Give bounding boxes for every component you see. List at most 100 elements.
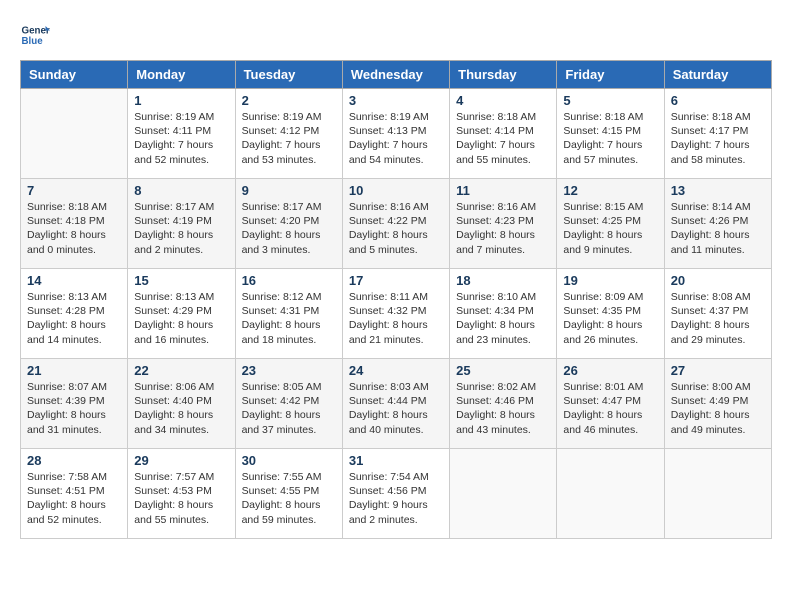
cell-content: Sunrise: 8:11 AM Sunset: 4:32 PM Dayligh… bbox=[349, 290, 443, 347]
calendar-cell: 7 Sunrise: 8:18 AM Sunset: 4:18 PM Daylig… bbox=[21, 179, 128, 269]
day-number: 2 bbox=[242, 93, 336, 108]
day-number: 19 bbox=[563, 273, 657, 288]
calendar-cell: 16Sunrise: 8:12 AM Sunset: 4:31 PM Dayli… bbox=[235, 269, 342, 359]
calendar-cell bbox=[21, 89, 128, 179]
day-number: 8 bbox=[134, 183, 228, 198]
cell-content: Sunrise: 8:09 AM Sunset: 4:35 PM Dayligh… bbox=[563, 290, 657, 347]
day-number: 20 bbox=[671, 273, 765, 288]
cell-content: Sunrise: 8:18 AM Sunset: 4:18 PM Dayligh… bbox=[27, 200, 121, 257]
day-number: 30 bbox=[242, 453, 336, 468]
calendar-cell: 8 Sunrise: 8:17 AM Sunset: 4:19 PM Daylig… bbox=[128, 179, 235, 269]
cell-content: Sunrise: 7:58 AM Sunset: 4:51 PM Dayligh… bbox=[27, 470, 121, 527]
svg-text:Blue: Blue bbox=[22, 36, 44, 47]
cell-content: Sunrise: 7:55 AM Sunset: 4:55 PM Dayligh… bbox=[242, 470, 336, 527]
day-number: 11 bbox=[456, 183, 550, 198]
calendar-cell: 10 Sunrise: 8:16 AM Sunset: 4:22 PM Dayli… bbox=[342, 179, 449, 269]
cell-content: Sunrise: 8:17 AM Sunset: 4:20 PM Dayligh… bbox=[242, 200, 336, 257]
week-row-5: 28 Sunrise: 7:58 AM Sunset: 4:51 PM Dayli… bbox=[21, 449, 772, 539]
calendar-cell: 22Sunrise: 8:06 AM Sunset: 4:40 PM Dayli… bbox=[128, 359, 235, 449]
calendar-cell: 19 Sunrise: 8:09 AM Sunset: 4:35 PM Dayli… bbox=[557, 269, 664, 359]
calendar-cell: 11 Sunrise: 8:16 AM Sunset: 4:23 PM Dayli… bbox=[450, 179, 557, 269]
cell-content: Sunrise: 8:07 AM Sunset: 4:39 PM Dayligh… bbox=[27, 380, 121, 437]
day-number: 15 bbox=[134, 273, 228, 288]
day-number: 26 bbox=[563, 363, 657, 378]
cell-content: Sunrise: 7:54 AM Sunset: 4:56 PM Dayligh… bbox=[349, 470, 443, 527]
day-number: 14 bbox=[27, 273, 121, 288]
cell-content: Sunrise: 8:08 AM Sunset: 4:37 PM Dayligh… bbox=[671, 290, 765, 347]
cell-content: Sunrise: 8:10 AM Sunset: 4:34 PM Dayligh… bbox=[456, 290, 550, 347]
day-number: 10 bbox=[349, 183, 443, 198]
calendar-cell: 5 Sunrise: 8:18 AM Sunset: 4:15 PM Daylig… bbox=[557, 89, 664, 179]
calendar-cell: 12Sunrise: 8:15 AM Sunset: 4:25 PM Dayli… bbox=[557, 179, 664, 269]
calendar-cell: 28 Sunrise: 7:58 AM Sunset: 4:51 PM Dayli… bbox=[21, 449, 128, 539]
calendar-cell: 27 Sunrise: 8:00 AM Sunset: 4:49 PM Dayli… bbox=[664, 359, 771, 449]
calendar-cell: 13 Sunrise: 8:14 AM Sunset: 4:26 PM Dayli… bbox=[664, 179, 771, 269]
week-row-4: 21Sunrise: 8:07 AM Sunset: 4:39 PM Dayli… bbox=[21, 359, 772, 449]
day-number: 3 bbox=[349, 93, 443, 108]
calendar-cell: 3 Sunrise: 8:19 AM Sunset: 4:13 PM Daylig… bbox=[342, 89, 449, 179]
day-number: 17 bbox=[349, 273, 443, 288]
cell-content: Sunrise: 8:19 AM Sunset: 4:13 PM Dayligh… bbox=[349, 110, 443, 167]
day-header-wednesday: Wednesday bbox=[342, 61, 449, 89]
day-number: 23 bbox=[242, 363, 336, 378]
day-number: 13 bbox=[671, 183, 765, 198]
week-row-2: 7 Sunrise: 8:18 AM Sunset: 4:18 PM Daylig… bbox=[21, 179, 772, 269]
cell-content: Sunrise: 8:18 AM Sunset: 4:17 PM Dayligh… bbox=[671, 110, 765, 167]
calendar-cell bbox=[450, 449, 557, 539]
calendar-cell bbox=[664, 449, 771, 539]
day-number: 27 bbox=[671, 363, 765, 378]
calendar-cell: 25 Sunrise: 8:02 AM Sunset: 4:46 PM Dayli… bbox=[450, 359, 557, 449]
calendar-cell: 4Sunrise: 8:18 AM Sunset: 4:14 PM Daylig… bbox=[450, 89, 557, 179]
cell-content: Sunrise: 8:16 AM Sunset: 4:22 PM Dayligh… bbox=[349, 200, 443, 257]
day-number: 7 bbox=[27, 183, 121, 198]
cell-content: Sunrise: 8:16 AM Sunset: 4:23 PM Dayligh… bbox=[456, 200, 550, 257]
cell-content: Sunrise: 8:18 AM Sunset: 4:15 PM Dayligh… bbox=[563, 110, 657, 167]
calendar-cell: 17 Sunrise: 8:11 AM Sunset: 4:32 PM Dayli… bbox=[342, 269, 449, 359]
week-row-1: 1Sunrise: 8:19 AM Sunset: 4:11 PM Daylig… bbox=[21, 89, 772, 179]
calendar-cell: 26Sunrise: 8:01 AM Sunset: 4:47 PM Dayli… bbox=[557, 359, 664, 449]
day-header-monday: Monday bbox=[128, 61, 235, 89]
day-number: 22 bbox=[134, 363, 228, 378]
day-header-thursday: Thursday bbox=[450, 61, 557, 89]
cell-content: Sunrise: 8:17 AM Sunset: 4:19 PM Dayligh… bbox=[134, 200, 228, 257]
calendar-cell: 18 Sunrise: 8:10 AM Sunset: 4:34 PM Dayli… bbox=[450, 269, 557, 359]
week-row-3: 14Sunrise: 8:13 AM Sunset: 4:28 PM Dayli… bbox=[21, 269, 772, 359]
day-header-saturday: Saturday bbox=[664, 61, 771, 89]
calendar-table: SundayMondayTuesdayWednesdayThursdayFrid… bbox=[20, 60, 772, 539]
day-number: 29 bbox=[134, 453, 228, 468]
days-header-row: SundayMondayTuesdayWednesdayThursdayFrid… bbox=[21, 61, 772, 89]
cell-content: Sunrise: 8:13 AM Sunset: 4:29 PM Dayligh… bbox=[134, 290, 228, 347]
cell-content: Sunrise: 8:00 AM Sunset: 4:49 PM Dayligh… bbox=[671, 380, 765, 437]
cell-content: Sunrise: 8:05 AM Sunset: 4:42 PM Dayligh… bbox=[242, 380, 336, 437]
calendar-cell: 31 Sunrise: 7:54 AM Sunset: 4:56 PM Dayli… bbox=[342, 449, 449, 539]
cell-content: Sunrise: 7:57 AM Sunset: 4:53 PM Dayligh… bbox=[134, 470, 228, 527]
cell-content: Sunrise: 8:03 AM Sunset: 4:44 PM Dayligh… bbox=[349, 380, 443, 437]
day-number: 9 bbox=[242, 183, 336, 198]
calendar-cell: 24 Sunrise: 8:03 AM Sunset: 4:44 PM Dayli… bbox=[342, 359, 449, 449]
cell-content: Sunrise: 8:14 AM Sunset: 4:26 PM Dayligh… bbox=[671, 200, 765, 257]
logo-icon: General Blue bbox=[20, 20, 50, 50]
calendar-cell: 30 Sunrise: 7:55 AM Sunset: 4:55 PM Dayli… bbox=[235, 449, 342, 539]
cell-content: Sunrise: 8:12 AM Sunset: 4:31 PM Dayligh… bbox=[242, 290, 336, 347]
day-number: 25 bbox=[456, 363, 550, 378]
day-number: 28 bbox=[27, 453, 121, 468]
day-number: 12 bbox=[563, 183, 657, 198]
calendar-cell: 1Sunrise: 8:19 AM Sunset: 4:11 PM Daylig… bbox=[128, 89, 235, 179]
calendar-cell: 15 Sunrise: 8:13 AM Sunset: 4:29 PM Dayli… bbox=[128, 269, 235, 359]
calendar-cell: 14Sunrise: 8:13 AM Sunset: 4:28 PM Dayli… bbox=[21, 269, 128, 359]
day-number: 31 bbox=[349, 453, 443, 468]
day-number: 6 bbox=[671, 93, 765, 108]
header: General Blue bbox=[20, 20, 772, 50]
cell-content: Sunrise: 8:02 AM Sunset: 4:46 PM Dayligh… bbox=[456, 380, 550, 437]
calendar-cell: 23 Sunrise: 8:05 AM Sunset: 4:42 PM Dayli… bbox=[235, 359, 342, 449]
calendar-cell: 6 Sunrise: 8:18 AM Sunset: 4:17 PM Daylig… bbox=[664, 89, 771, 179]
calendar-cell: 2Sunrise: 8:19 AM Sunset: 4:12 PM Daylig… bbox=[235, 89, 342, 179]
day-number: 1 bbox=[134, 93, 228, 108]
day-number: 18 bbox=[456, 273, 550, 288]
cell-content: Sunrise: 8:18 AM Sunset: 4:14 PM Dayligh… bbox=[456, 110, 550, 167]
day-number: 5 bbox=[563, 93, 657, 108]
day-number: 24 bbox=[349, 363, 443, 378]
day-header-friday: Friday bbox=[557, 61, 664, 89]
calendar-cell: 9 Sunrise: 8:17 AM Sunset: 4:20 PM Daylig… bbox=[235, 179, 342, 269]
calendar-cell bbox=[557, 449, 664, 539]
